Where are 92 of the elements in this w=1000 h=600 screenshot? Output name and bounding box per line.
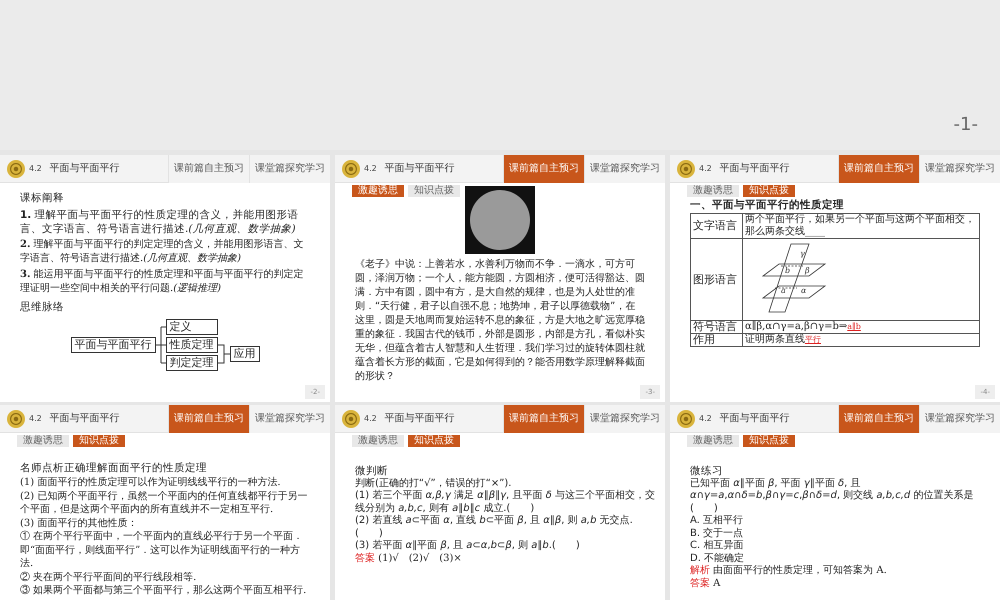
story-paragraph: 《老子》中说：上善若水，水善利万物而不争．一滴水，可方可圆，泽润万物；一个人，能方能圆，方圆相济，便可活得豁达、圆满．方中有圆，圆中有方，是大自然的规律，也是为人处世的准则．“天行健，君子以自强不息；地势坤，君子以厚德载物”，在这里，圆是天地周而复始运转不息的象征，方是大地之旷远宽厚稳重的象征．我国古代的钱币，外部是圆形，内部是方孔，看似朴实无华，但蕴含着古人智慧和人生哲理．我们学习过的旋转体圆柱就蕴含着长方形的截面，它是如何得到的？能否用数学原理解释截面的形状？ <box>355 258 645 384</box>
seal-logo-icon <box>677 410 695 428</box>
concept-node: 判定定理 <box>166 355 218 371</box>
section-heading: 名师点析正确理解面面平行的性质定理 <box>20 461 208 476</box>
section-number: 4.2 <box>364 412 377 424</box>
table-cell: 符号语言 <box>690 320 742 334</box>
header-tab[interactable]: 课堂篇探究学习 <box>584 405 665 432</box>
note-text: (3) 面面平行的其他性质： <box>20 516 138 530</box>
section-title: 平面与平面平行 <box>50 412 120 426</box>
sub-tab[interactable]: 知识点拨 <box>408 185 460 197</box>
question-text: (2) 若直线 a⊂平面 α, 直线 b⊂平面 β, 且 α∥β, 则 a,b 无交点.( ) <box>355 515 634 540</box>
table-cell: 图形语言 <box>690 238 742 320</box>
answer-text: A <box>712 578 720 588</box>
answer-label: 答案 <box>690 578 710 588</box>
header-tab[interactable]: 课前篇自主预习 <box>503 405 584 432</box>
section-heading: 一、平面与平面平行的性质定理 <box>690 198 845 213</box>
header-tab[interactable]: 课前篇自主预习 <box>168 405 249 432</box>
objective-text: 1. 理解平面与平面平行的性质定理的含义，并能用图形语言、文字语言、符号语言进行描述.(几何直观、数学抽象) <box>20 208 300 236</box>
table-cell: 文字语言 <box>690 214 742 238</box>
sub-tab[interactable]: 知识点拨 <box>73 435 125 447</box>
table-cell: 两个平面平行，如果另一个平面与这两个平面相交，那么两条交线____ <box>742 214 980 238</box>
answer-label: 答案 <box>355 552 375 564</box>
section-heading: 微判断 <box>355 465 389 478</box>
concept-node: 定义 <box>166 319 218 335</box>
answer-text: 由面面平行的性质定理，可知答案为 A. <box>712 565 887 576</box>
section-heading: 思维脉络 <box>20 300 65 315</box>
note-text: ② 夹在两个平行平面间的平行线段相等. <box>20 570 198 584</box>
answer-label: 解析 <box>690 565 710 576</box>
section-number: 4.2 <box>699 162 712 174</box>
question-text: A. 互相平行 <box>690 515 744 528</box>
note-text: ① 在两个平行平面中，一个平面内的直线必平行于另一个平面．即“面面平行，则线面平行”．这可以作为证明线面平行的一种方法. <box>20 530 304 570</box>
objective-text: 3. 能运用平面与平面平行的性质定理和平面与平面平行的判定定理证明一些空间中相关的平行问题.(逻辑推理) <box>20 268 305 296</box>
seal-logo-icon <box>7 410 25 428</box>
section-title: 平面与平面平行 <box>384 162 455 176</box>
header-tab[interactable]: 课前篇自主预习 <box>838 405 919 432</box>
objective-text: 2. 理解平面与平面平行的判定定理的含义，并能用图形语言、文字语言、符号语言进行描述.(几何直观、数学抽象) <box>20 238 305 266</box>
sub-tab[interactable]: 激趣诱思 <box>352 435 404 447</box>
slide-thumbnail[interactable] <box>0 405 330 600</box>
question-text: 判断(正确的打“√”，错误的打“×”). <box>355 478 512 490</box>
header-tab[interactable]: 课前篇自主预习 <box>838 155 919 182</box>
section-number: 4.2 <box>699 412 712 424</box>
table-cell: 证明两条直线平行 <box>742 334 980 346</box>
seal-logo-icon <box>7 160 25 178</box>
sub-tab[interactable]: 激趣诱思 <box>352 185 404 197</box>
slide-thumbnail[interactable] <box>335 405 665 600</box>
header-tab[interactable]: 课前篇自主预习 <box>503 155 584 182</box>
section-number: 4.2 <box>29 412 42 424</box>
header-tab[interactable]: 课堂篇探究学习 <box>919 155 1000 182</box>
slide-thumbnail[interactable]: 4.2 平面与平面平行 课前篇自主预习 课堂篇探究学习 激趣诱思 知识点拨 微练习 已知平面 α∥平面 β, 平面 γ∥平面 δ, 且 α∩γ=a,α∩δ=b,β∩γ=c,β∩δ=d, 则交线 a,b,c,d 的位置关系是( ) A. 互相平行 B. 交于一点 C. 相互异面 D. 不能确定 解析 由面面平行的性质定理，可知答案为 A. 答案 A <box>670 405 1000 600</box>
question-text: α∩γ=a,α∩δ=b,β∩γ=c,β∩δ=d, 则交线 a,b,c,d 的位置关系是( ) <box>690 490 974 514</box>
question-text: B. 交于一点 <box>690 528 744 540</box>
slide-thumbnail[interactable] <box>0 155 330 402</box>
question-text: (3) 若平面 α∥平面 β, 且 a⊂α,b⊂β, 则 a∥b.( ) <box>355 540 581 552</box>
seal-logo-icon <box>677 160 695 178</box>
section-heading: 课标阐释 <box>20 191 65 206</box>
question-text: (1) 若三个平面 α,β,γ 满足 α∥β∥γ, 且平面 δ 与这三个平面相交，交线分别为 a,b,c, 则有 a∥b∥c 成立.( ) <box>355 490 655 514</box>
sub-tab[interactable]: 知识点拨 <box>408 435 460 447</box>
page-number: -1- <box>954 113 978 137</box>
photo-placeholder <box>465 186 535 254</box>
seal-logo-icon <box>342 160 360 178</box>
section-title: 平面与平面平行 <box>720 162 790 176</box>
sub-tab[interactable]: 激趣诱思 <box>17 435 69 447</box>
question-text: C. 相互异面 <box>690 540 744 552</box>
sub-tab[interactable]: 激趣诱思 <box>687 435 739 447</box>
section-title: 平面与平面平行 <box>720 412 790 426</box>
section-number: 4.2 <box>364 162 377 174</box>
note-text: ③ 如果两个平面都与第三个平面平行，那么这两个平面互相平行. <box>20 584 308 598</box>
question-text: 已知平面 α∥平面 β, 平面 γ∥平面 δ, 且 <box>690 478 862 490</box>
header-tab[interactable]: 课前篇自主预习 <box>168 155 249 182</box>
concept-node: 应用 <box>230 346 260 362</box>
concept-node: 平面与平面平行 <box>70 337 156 353</box>
sub-tab[interactable]: 激趣诱思 <box>687 185 739 197</box>
sub-tab[interactable]: 知识点拨 <box>743 435 795 447</box>
header-tab[interactable]: 课堂篇探究学习 <box>919 405 1000 432</box>
section-title: 平面与平面平行 <box>384 412 455 426</box>
header-tab[interactable]: 课堂篇探究学习 <box>584 155 665 182</box>
table-cell: α∥β,α∩γ=a,β∩γ=b⇒a∥b <box>742 320 980 334</box>
table-cell: 作用 <box>690 334 742 346</box>
concept-node: 性质定理 <box>166 337 218 353</box>
note-text: (1) 面面平行的性质定理可以作为证明线线平行的一种方法. <box>20 476 282 490</box>
slide-thumbnail[interactable] <box>335 155 665 402</box>
section-title: 平面与平面平行 <box>50 162 120 176</box>
section-heading: 微练习 <box>690 465 724 478</box>
sub-tab[interactable]: 知识点拨 <box>743 185 795 197</box>
answer-text: (1)√ (2)√ (3)× <box>377 552 462 564</box>
seal-logo-icon <box>342 410 360 428</box>
header-tab[interactable]: 课堂篇探究学习 <box>249 405 330 432</box>
note-text: (2) 已知两个平面平行，虽然一个平面内的任何直线都平行于另一个平面，但是这两个平面内的所有直线并不一定相互平行. <box>20 490 308 516</box>
intersecting-planes-drawing: γ b β a α <box>745 242 835 318</box>
section-number: 4.2 <box>29 162 42 174</box>
header-tab[interactable]: 课堂篇探究学习 <box>249 155 330 182</box>
question-text: D. 不能确定 <box>690 552 746 564</box>
